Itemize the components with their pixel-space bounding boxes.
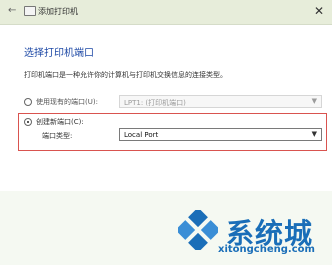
- watermark-url: xitongcheng.com: [218, 244, 315, 255]
- title-bar: ← 添加打印机 ✕: [0, 0, 332, 25]
- existing-port-radio[interactable]: [24, 98, 32, 106]
- close-icon[interactable]: ✕: [312, 4, 326, 18]
- page-description: 打印机端口是一种允许你的计算机与打印机交换信息的连接类型。: [24, 71, 227, 79]
- window-title: 添加打印机: [38, 7, 78, 16]
- chevron-down-icon: ▼: [311, 97, 317, 105]
- port-type-value: Local Port: [124, 131, 159, 139]
- back-arrow-icon[interactable]: ←: [8, 5, 16, 16]
- existing-port-value: LPT1: (打印机端口): [124, 99, 186, 107]
- new-port-label: 创建新端口(C):: [36, 118, 84, 126]
- existing-port-label: 使用现有的端口(U):: [36, 98, 98, 106]
- new-port-radio[interactable]: [24, 118, 32, 126]
- watermark-logo-icon: [178, 210, 218, 250]
- printer-icon: [24, 6, 36, 16]
- chevron-down-icon: ▼: [311, 130, 317, 138]
- existing-port-dropdown: LPT1: (打印机端口) ▼: [119, 95, 322, 108]
- port-type-label: 端口类型:: [42, 132, 73, 140]
- port-type-dropdown[interactable]: Local Port ▼: [119, 128, 322, 141]
- page-heading: 选择打印机端口: [24, 48, 94, 59]
